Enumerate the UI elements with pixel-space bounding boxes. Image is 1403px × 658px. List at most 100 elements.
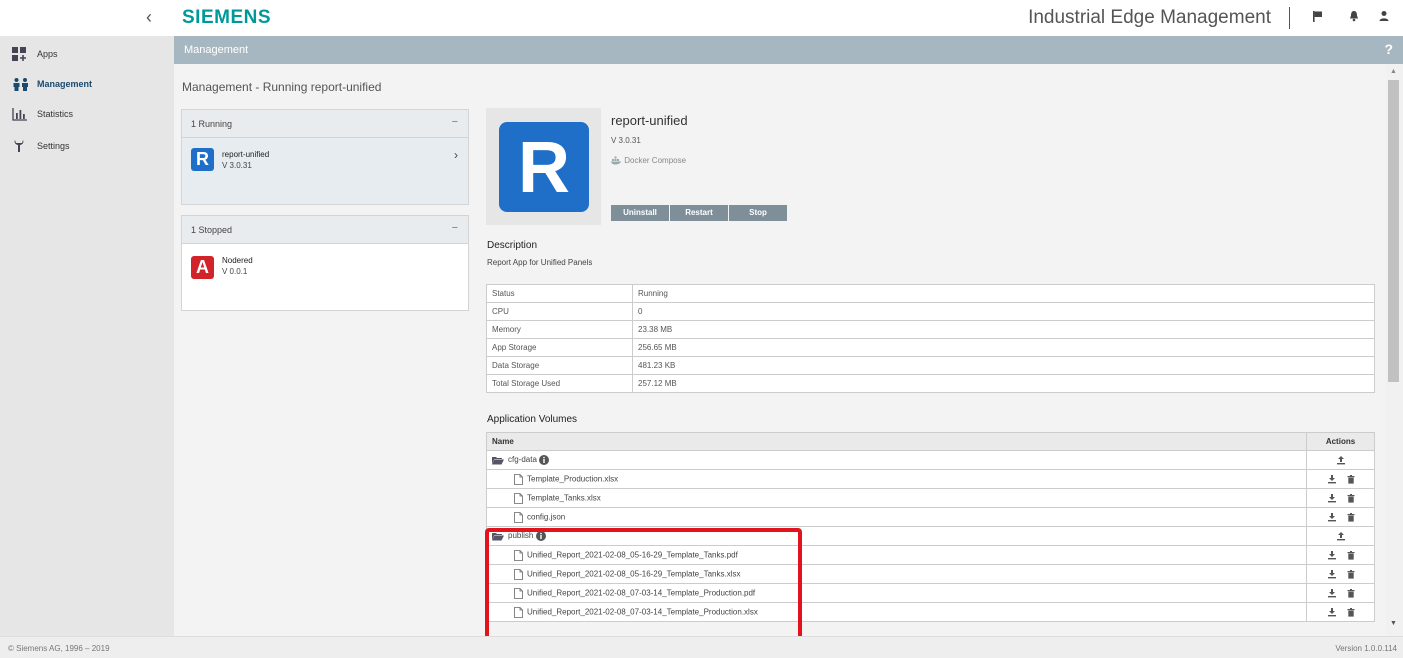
column-header-name: Name [486, 432, 1307, 451]
sidebar-item-apps[interactable]: Apps [0, 39, 174, 69]
stop-button[interactable]: Stop [729, 205, 787, 221]
stat-value: 23.38 MB [632, 320, 1375, 339]
folder-row[interactable]: cfg-data [486, 450, 1375, 470]
app-name: report-unified [222, 150, 270, 159]
running-group-title: 1 Running [191, 119, 233, 129]
stat-value: 0 [632, 302, 1375, 321]
file-actions [1306, 469, 1375, 489]
help-button[interactable]: ? [1384, 41, 1393, 57]
file-row[interactable]: config.json [486, 507, 1375, 527]
stat-value: 256.65 MB [632, 338, 1375, 357]
table-row: Total Storage Used 257.12 MB [486, 374, 1375, 393]
file-actions [1306, 545, 1375, 565]
sidebar-item-management[interactable]: Management [0, 69, 174, 99]
app-icon-frame: R [486, 108, 601, 225]
download-icon[interactable] [1327, 588, 1337, 598]
running-group-header[interactable]: 1 Running − [182, 110, 468, 138]
vertical-scrollbar[interactable]: ▲ ▼ [1386, 64, 1403, 636]
file-name: Template_Production.xlsx [527, 474, 619, 484]
stat-key: Total Storage Used [486, 374, 633, 393]
scroll-down-arrow-icon[interactable]: ▼ [1390, 620, 1397, 627]
stat-value: 257.12 MB [632, 374, 1375, 393]
upload-icon[interactable] [1336, 455, 1346, 465]
file-actions [1306, 583, 1375, 603]
folder-actions [1306, 450, 1375, 470]
file-name-cell: Template_Tanks.xlsx [486, 488, 1307, 508]
file-row[interactable]: Template_Tanks.xlsx [486, 488, 1375, 508]
trash-icon[interactable] [1347, 569, 1355, 579]
settings-icon [14, 140, 24, 152]
trash-icon[interactable] [1347, 493, 1355, 503]
apps-icon [12, 47, 26, 61]
trash-icon[interactable] [1347, 474, 1355, 484]
table-row: Memory 23.38 MB [486, 320, 1375, 339]
download-icon[interactable] [1327, 474, 1337, 484]
file-row[interactable]: Template_Production.xlsx [486, 469, 1375, 489]
stopped-group: 1 Stopped − A Nodered V 0.0.1 [181, 215, 469, 311]
stat-key: Status [486, 284, 633, 303]
sidebar-item-statistics[interactable]: Statistics [0, 99, 174, 129]
restart-button[interactable]: Restart [670, 205, 728, 221]
download-icon[interactable] [1327, 512, 1337, 522]
folder-open-icon [492, 456, 504, 464]
download-icon[interactable] [1327, 493, 1337, 503]
stat-value: Running [632, 284, 1375, 303]
sidebar-item-label: Management [37, 79, 93, 89]
collapse-sidebar-button[interactable]: ‹ [146, 8, 152, 26]
trash-icon[interactable] [1347, 550, 1355, 560]
file-name-cell: Template_Production.xlsx [486, 469, 1307, 489]
table-row: Data Storage 481.23 KB [486, 356, 1375, 375]
trash-icon[interactable] [1347, 512, 1355, 522]
stopped-group-title: 1 Stopped [191, 225, 233, 235]
folder-name: cfg-data [508, 455, 537, 465]
app-status-table: Status Running CPU 0 Memory 23.38 MB App St… [486, 284, 1375, 393]
highlight-box [485, 528, 802, 646]
upload-icon[interactable] [1336, 531, 1346, 541]
trash-icon[interactable] [1347, 607, 1355, 617]
chevron-right-icon[interactable]: › [454, 148, 458, 162]
folder-name-cell: cfg-data [486, 450, 1307, 470]
sidebar-item-settings[interactable]: Settings [0, 131, 174, 161]
file-actions [1306, 488, 1375, 508]
bell-icon[interactable] [1347, 9, 1361, 23]
file-icon [514, 492, 523, 504]
app-type-label: Docker Compose [624, 156, 687, 165]
uninstall-button[interactable]: Uninstall [611, 205, 669, 221]
table-row: App Storage 256.65 MB [486, 338, 1375, 357]
collapse-stopped-button[interactable]: − [452, 222, 458, 234]
report-unified-large-icon: R [499, 122, 589, 212]
download-icon[interactable] [1327, 607, 1337, 617]
stat-key: Data Storage [486, 356, 633, 375]
app-list-item-report-unified[interactable]: R report-unified V 3.0.31 › [182, 138, 468, 204]
flag-icon[interactable] [1311, 9, 1325, 23]
info-icon[interactable] [539, 455, 550, 465]
file-actions [1306, 507, 1375, 527]
stopped-group-header[interactable]: 1 Stopped − [182, 216, 468, 244]
app-list-item-nodered[interactable]: A Nodered V 0.0.1 [182, 244, 468, 310]
statistics-icon [12, 108, 27, 121]
header-divider [1289, 7, 1290, 29]
scroll-up-arrow-icon[interactable]: ▲ [1390, 68, 1397, 75]
stat-key: App Storage [486, 338, 633, 357]
download-icon[interactable] [1327, 550, 1337, 560]
stat-value: 481.23 KB [632, 356, 1375, 375]
version-text: Version 1.0.0.114 [1335, 644, 1397, 653]
management-icon [13, 78, 28, 91]
app-version: V 3.0.31 [222, 161, 252, 170]
download-icon[interactable] [1327, 569, 1337, 579]
user-icon[interactable] [1377, 9, 1391, 23]
page-title: Management - Running report-unified [182, 80, 382, 94]
sidebar: Apps Management Statistics Settings [0, 36, 174, 636]
section-header: Management ? [174, 36, 1403, 64]
stat-key: CPU [486, 302, 633, 321]
sidebar-item-label: Statistics [37, 109, 74, 119]
stat-key: Memory [486, 320, 633, 339]
trash-icon[interactable] [1347, 588, 1355, 598]
collapse-running-button[interactable]: − [452, 116, 458, 128]
detail-app-name: report-unified [611, 113, 688, 128]
footer: © Siemens AG, 1996 – 2019 Version 1.0.0.… [0, 636, 1403, 658]
table-row: CPU 0 [486, 302, 1375, 321]
file-icon [514, 511, 523, 523]
running-group: 1 Running − R report-unified V 3.0.31 › [181, 109, 469, 205]
scrollbar-thumb[interactable] [1388, 80, 1399, 382]
